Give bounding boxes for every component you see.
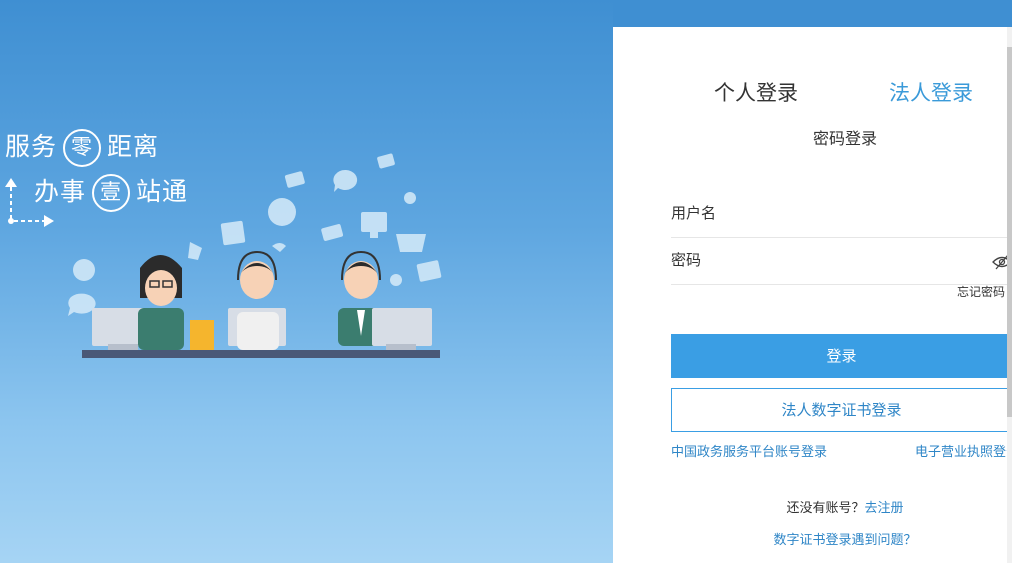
scrollbar-thumb[interactable] [1007,47,1012,417]
login-method-title: 密码登录 [812,129,877,148]
tab-personal-login[interactable]: 个人登录 [714,77,798,107]
username-input[interactable] [671,201,991,225]
tab-legal-login[interactable]: 法人登录 [889,77,973,107]
username-field [671,191,1012,238]
cert-problem-link[interactable]: 数字证书登录遇到问题？ [613,529,1012,548]
legal-cert-login-button[interactable]: 法人数字证书登录 [671,388,1012,432]
forgot-password-link[interactable]: 忘记密码 [957,283,1005,300]
gov-platform-login-link[interactable]: 中国政务服务平台账号登录 [671,441,827,460]
register-row: 还没有账号？去注册 [613,497,1012,516]
no-account-text: 还没有账号？ [786,501,865,516]
top-strip [613,0,1012,27]
password-field [671,238,1012,285]
login-panel: 个人登录 法人登录 密码登录 忘记密码 登录 法人数字证书登录 中国政务服务平台… [613,27,1012,563]
password-input[interactable] [671,248,991,272]
register-link[interactable]: 去注册 [865,501,904,516]
login-button[interactable]: 登录 [671,334,1012,378]
business-license-login-link[interactable]: 电子营业执照登录 [915,441,1012,460]
customer-service-illustration [68,153,442,358]
scrollbar[interactable] [1007,27,1012,563]
